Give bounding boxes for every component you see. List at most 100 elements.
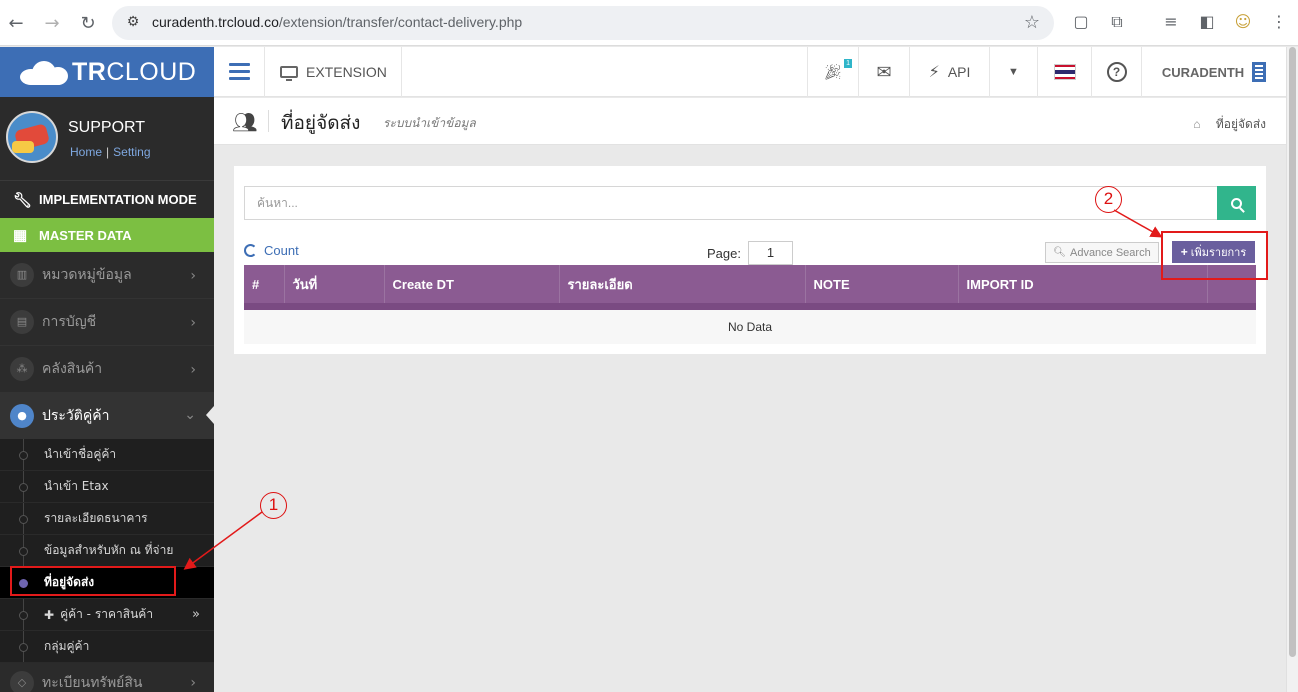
annotation-number-1: 1 — [260, 492, 287, 519]
forward-icon[interactable]: → — [42, 13, 62, 34]
browser-menu-icon[interactable]: ⋮ — [1268, 12, 1290, 31]
sidebar-item-assets[interactable]: ◇ ทะเบียนทรัพย์สิน › — [0, 663, 214, 692]
support-avatar — [6, 111, 58, 163]
party-popper-icon: 🎉︎ — [823, 64, 843, 81]
advance-search-button[interactable]: 🔍︎ Advance Search — [1045, 242, 1159, 263]
profile-links: Home | Setting — [70, 145, 151, 159]
page-header: 👥︎ ที่อยู่จัดส่ง ระบบนำเข้าข้อมูล ⌂ ที่อ… — [214, 98, 1286, 145]
data-table: # วันที่ Create DT รายละเอียด NOTE IMPOR… — [244, 265, 1256, 344]
plug-icon: ⚡︎ — [928, 64, 940, 81]
submenu-label: รายละเอียดธนาคาร — [44, 511, 148, 525]
cubes-icon: ⁂ — [10, 357, 34, 381]
annotation-number-2: 2 — [1095, 186, 1122, 213]
col-details[interactable]: รายละเอียด — [559, 265, 806, 303]
annotation-box-1 — [10, 566, 176, 596]
col-date[interactable]: วันที่ — [284, 265, 385, 303]
implementation-mode-item[interactable]: 🔧︎ IMPLEMENTATION MODE — [0, 180, 214, 218]
thai-flag-icon — [1053, 64, 1076, 80]
submenu-label: กลุ่มคู่ค้า — [44, 639, 90, 653]
dropdown-button[interactable]: ▼ — [989, 47, 1037, 97]
profile-panel: SUPPORT Home | Setting — [0, 97, 214, 180]
profile-name: SUPPORT — [68, 119, 146, 136]
submenu-contact-groups[interactable]: กลุ่มคู่ค้า — [0, 631, 214, 663]
mail-button[interactable]: ✉ — [858, 47, 909, 97]
home-icon[interactable]: ⌂ — [1193, 117, 1200, 131]
col-number[interactable]: # — [244, 265, 285, 303]
extension-menu[interactable]: EXTENSION — [266, 47, 402, 97]
chevron-down-icon: ⌄ — [184, 407, 196, 423]
extensions-puzzle-icon[interactable]: ⧉ — [1106, 12, 1128, 32]
address-bar[interactable]: ⚙ curadenth.trcloud.co/extension/transfe… — [112, 6, 1054, 40]
search-button[interactable] — [1217, 186, 1256, 220]
media-queue-icon[interactable]: ≡ — [1160, 12, 1182, 31]
active-caret — [206, 406, 214, 424]
profile-avatar-icon[interactable]: ☺ — [1232, 12, 1254, 31]
extension-label: EXTENSION — [306, 64, 387, 80]
sidebar-item-accounting[interactable]: ▤ การบัญชี › — [0, 299, 214, 346]
help-button[interactable]: ? — [1091, 47, 1141, 97]
advance-search-label: Advance Search — [1069, 246, 1151, 259]
monitor-icon — [280, 66, 298, 81]
sidebar-item-contacts[interactable]: ● ประวัติคู่ค้า ⌄ — [0, 393, 214, 439]
search-input[interactable] — [244, 186, 1218, 220]
back-icon[interactable]: ← — [6, 13, 26, 34]
api-button[interactable]: ⚡︎ API — [909, 47, 989, 97]
chevron-right-icon: › — [190, 362, 196, 378]
columns-icon: ▥ — [10, 263, 34, 287]
count-label: Count — [264, 243, 299, 258]
side-panel-icon[interactable]: ◧ — [1196, 12, 1218, 31]
master-data-label: MASTER DATA — [39, 227, 132, 243]
submenu-import-etax[interactable]: นำเข้า Etax — [0, 471, 214, 503]
notification-badge: 1 — [844, 59, 852, 68]
spinner-icon — [244, 244, 257, 257]
page-scrollbar[interactable] — [1286, 47, 1298, 692]
submenu-bank-details[interactable]: รายละเอียดธนาคาร — [0, 503, 214, 535]
sidebar-item-warehouse[interactable]: ⁂ คลังสินค้า › — [0, 346, 214, 393]
col-note[interactable]: NOTE — [805, 265, 959, 303]
submenu-import-contacts[interactable]: นำเข้าชื่อคู่ค้า — [0, 439, 214, 471]
setting-link[interactable]: Setting — [113, 145, 150, 159]
col-create-dt[interactable]: Create DT — [384, 265, 560, 303]
company-name: CURADENTH — [1161, 64, 1245, 80]
page-label: Page: — [707, 246, 741, 261]
reload-icon[interactable]: ↻ — [78, 13, 98, 34]
diamond-icon: ◇ — [10, 670, 34, 692]
bookmark-star-icon[interactable]: ☆ — [1024, 12, 1040, 33]
envelope-icon: ✉ — [876, 61, 892, 82]
extension-chat-icon[interactable]: ▢ — [1070, 12, 1092, 31]
master-data-item[interactable]: ▦ MASTER DATA — [0, 218, 214, 252]
home-link[interactable]: Home — [70, 145, 102, 159]
double-chevron-icon: » — [192, 607, 200, 622]
sidebar-item-label: ประวัติคู่ค้า — [42, 407, 110, 424]
table-header-row: # วันที่ Create DT รายละเอียด NOTE IMPOR… — [244, 265, 1256, 303]
trcloud-logo[interactable]: TRCLOUD — [0, 47, 214, 97]
puzzle-icon: ✚ — [44, 607, 55, 622]
submenu-label: ข้อมูลสำหรับหัก ณ ที่จ่าย — [44, 543, 174, 557]
announcement-button[interactable]: 🎉︎ 1 — [807, 47, 858, 97]
page-number: 1 — [766, 245, 775, 260]
url-domain: curadenth.trcloud.co — [152, 14, 279, 30]
breadcrumb-current[interactable]: ที่อยู่จัดส่ง — [1216, 117, 1266, 131]
language-button[interactable] — [1037, 47, 1091, 97]
submenu-withholding-tax[interactable]: ข้อมูลสำหรับหัก ณ ที่จ่าย — [0, 535, 214, 567]
site-info-icon[interactable]: ⚙ — [124, 14, 142, 32]
scrollbar-thumb[interactable] — [1289, 47, 1296, 657]
sidebar-item-label: คลังสินค้า — [42, 361, 103, 377]
page-title: ที่อยู่จัดส่ง — [281, 113, 361, 134]
book-icon: ▤ — [10, 310, 34, 334]
submenu-label: นำเข้า Etax — [44, 479, 109, 493]
hamburger-menu-button[interactable] — [214, 47, 265, 97]
contacts-submenu: นำเข้าชื่อคู่ค้า นำเข้า Etax รายละเอียดธ… — [0, 439, 214, 663]
url-text[interactable]: curadenth.trcloud.co/extension/transfer/… — [152, 14, 522, 30]
page-input[interactable]: 1 — [748, 241, 793, 265]
company-menu[interactable]: CURADENTH — [1141, 47, 1286, 97]
page-subtitle: ระบบนำเข้าข้อมูล — [383, 116, 476, 130]
implementation-label: IMPLEMENTATION MODE — [39, 192, 197, 207]
chevron-right-icon: › — [190, 315, 196, 331]
sidebar-item-categories[interactable]: ▥ หมวดหมู่ข้อมูล › — [0, 252, 214, 299]
sidebar-item-label: ทะเบียนทรัพย์สิน — [42, 674, 143, 691]
grid-icon: ▦ — [13, 227, 28, 244]
count-link[interactable]: Count — [244, 243, 299, 258]
submenu-contact-pricing[interactable]: ✚ คู่ค้า - ราคาสินค้า » — [0, 599, 214, 631]
divider — [268, 110, 269, 132]
